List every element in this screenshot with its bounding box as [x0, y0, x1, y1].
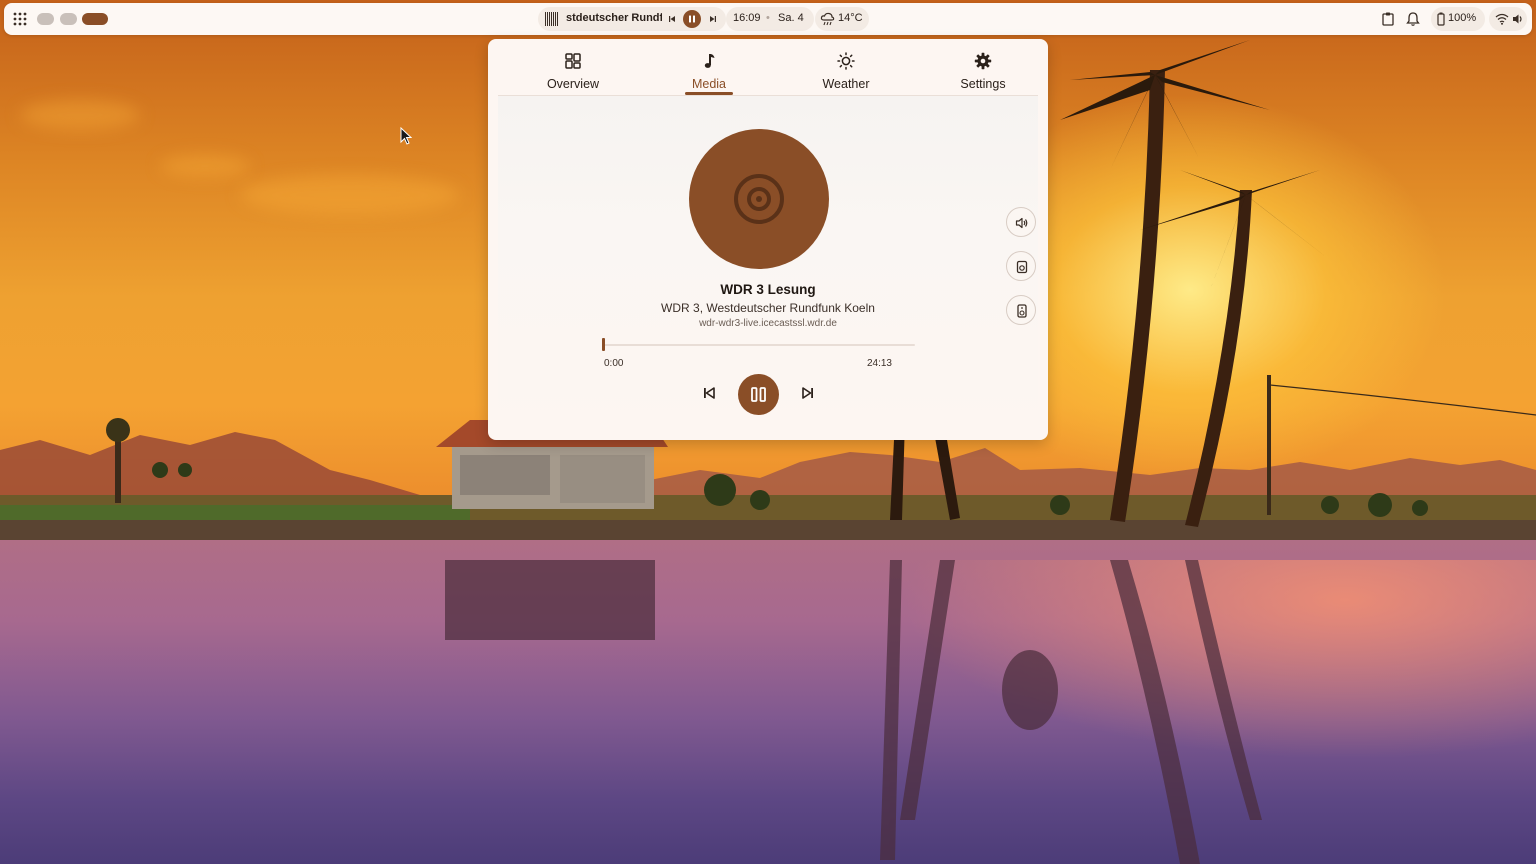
topbar-media-title: stdeutscher Rundfur	[566, 12, 662, 24]
media-player: WDR 3 Lesung WDR 3, Westdeutscher Rundfu…	[498, 96, 1038, 430]
next-track-button[interactable]	[800, 385, 816, 401]
pause-icon	[689, 15, 695, 23]
notification-bell-icon[interactable]	[1405, 11, 1421, 27]
volume-icon	[1513, 14, 1522, 24]
album-art	[689, 129, 829, 269]
play-pause-button[interactable]	[738, 374, 779, 415]
tab-media[interactable]: Media	[642, 39, 776, 95]
app-launcher-icon[interactable]	[12, 11, 28, 27]
topbar-network-volume[interactable]	[1489, 7, 1527, 31]
dashboard-panel: Overview Media Weather Settings WDR 3 Le…	[488, 39, 1048, 440]
clock-time: 16:09	[733, 12, 761, 24]
tab-label: Weather	[822, 77, 870, 91]
track-source: wdr-wdr3-live.icecastssl.wdr.de	[699, 318, 837, 329]
battery-icon	[1437, 12, 1445, 26]
seek-bar[interactable]	[603, 344, 915, 346]
top-bar: stdeutscher Rundfur 16:09 • Sa. 4 14°C	[4, 3, 1532, 35]
volume-button[interactable]	[1006, 207, 1036, 237]
workspace-indicator-1[interactable]	[37, 13, 54, 25]
workspace-indicator-2[interactable]	[60, 13, 77, 25]
tab-label: Settings	[960, 77, 1006, 91]
current-time: 0:00	[604, 358, 624, 369]
clock-separator: •	[766, 12, 770, 24]
pause-icon	[751, 387, 766, 402]
weather-temperature: 14°C	[838, 12, 863, 24]
track-artist: WDR 3, Westdeutscher Rundfunk Koeln	[661, 301, 875, 315]
tab-weather[interactable]: Weather	[779, 39, 913, 95]
workspace-indicator-active[interactable]	[82, 13, 108, 25]
tab-label: Media	[691, 77, 727, 91]
active-tab-indicator	[685, 92, 733, 95]
clock-date: Sa. 4	[778, 12, 804, 24]
topbar-media-widget[interactable]: stdeutscher Rundfur	[538, 7, 726, 31]
battery-level: 100%	[1448, 12, 1477, 24]
total-duration: 24:13	[866, 358, 892, 369]
grid-icon	[565, 53, 581, 69]
track-title: WDR 3 Lesung	[720, 282, 816, 297]
cloud-rain-icon	[820, 12, 835, 26]
volume-icon	[1015, 217, 1028, 229]
device-icon	[1017, 304, 1027, 318]
clipboard-icon[interactable]	[1380, 11, 1396, 27]
sun-icon	[837, 52, 855, 70]
mouse-cursor-icon	[400, 127, 412, 145]
topbar-next-icon[interactable]	[707, 13, 719, 25]
tab-label: Overview	[546, 77, 600, 91]
topbar-previous-icon[interactable]	[666, 13, 678, 25]
tab-overview[interactable]: Overview	[506, 39, 640, 95]
tab-settings[interactable]: Settings	[916, 39, 1050, 95]
topbar-battery[interactable]: 100%	[1431, 7, 1485, 31]
wifi-icon	[1495, 13, 1509, 25]
music-note-icon	[704, 54, 715, 68]
output-speaker-button[interactable]	[1006, 251, 1036, 281]
speaker-icon	[1016, 260, 1028, 274]
panel-tab-bar: Overview Media Weather Settings	[498, 39, 1038, 96]
topbar-weather[interactable]: 14°C	[815, 7, 869, 31]
seek-handle[interactable]	[602, 338, 605, 351]
gear-icon	[974, 52, 992, 70]
audio-visualizer-icon	[545, 12, 558, 26]
topbar-pause-button[interactable]	[683, 10, 701, 28]
output-device-button[interactable]	[1006, 295, 1036, 325]
topbar-clock[interactable]: 16:09 • Sa. 4	[726, 7, 814, 31]
previous-track-button[interactable]	[701, 385, 717, 401]
vinyl-disc-icon	[734, 174, 784, 224]
